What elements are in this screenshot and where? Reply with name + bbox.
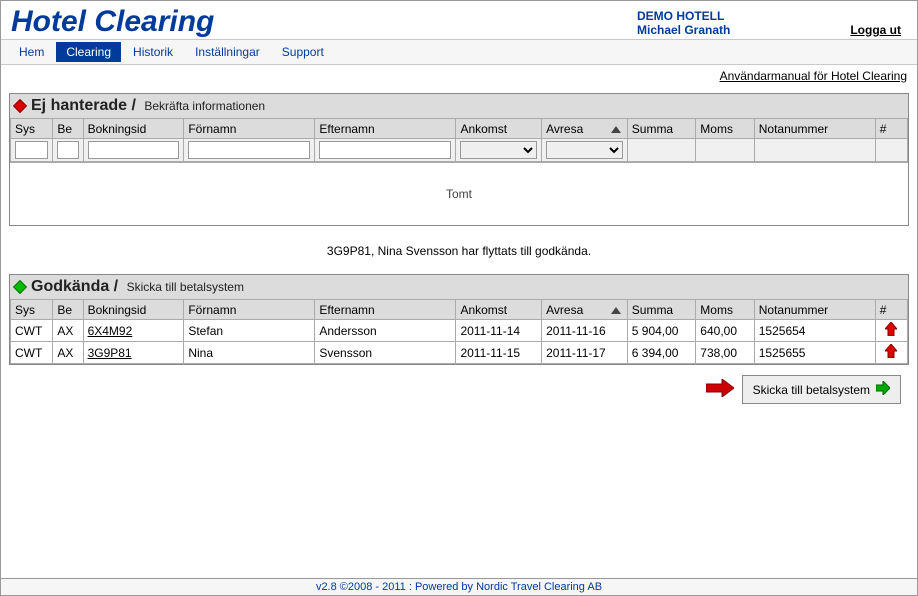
empty-message: Tomt [10, 162, 908, 225]
booking-id-link[interactable]: 3G9P81 [88, 346, 132, 360]
filter-ankomst[interactable] [460, 141, 537, 159]
col-header[interactable]: Moms [696, 300, 754, 320]
cell-be: AX [53, 342, 83, 364]
footer: v2.8 ©2008 - 2011 : Powered by Nordic Tr… [1, 578, 917, 595]
cell-sum: 6 394,00 [627, 342, 696, 364]
logout-link[interactable]: Logga ut [850, 23, 901, 37]
red-arrow-icon [706, 379, 734, 400]
cell-sys: CWT [11, 320, 53, 342]
booking-id-link[interactable]: 6X4M92 [88, 324, 133, 338]
section-title: Godkända [31, 278, 109, 296]
section-title: Ej hanterade [31, 97, 127, 115]
header: Hotel Clearing DEMO HOTELL Michael Grana… [1, 1, 917, 39]
filter-last[interactable] [319, 141, 451, 159]
cell-ank: 2011-11-15 [456, 342, 542, 364]
send-to-payment-button[interactable]: Skicka till betalsystem [742, 375, 901, 404]
cell-book[interactable]: 3G9P81 [83, 342, 184, 364]
cell-moms: 738,00 [696, 342, 754, 364]
cell-sys: CWT [11, 342, 53, 364]
cell-last: Andersson [315, 320, 456, 342]
col-header[interactable]: Ankomst [456, 300, 542, 320]
col-header[interactable]: Bokningsid [83, 300, 184, 320]
table-row: CWTAX 3G9P81 NinaSvensson2011-11-152011-11… [11, 342, 908, 364]
cell-nota: 1525654 [754, 320, 875, 342]
col-header[interactable]: Be [53, 300, 83, 320]
nav-item-inställningar[interactable]: Inställningar [185, 42, 270, 62]
col-header[interactable]: Bokningsid [83, 119, 184, 139]
green-arrow-icon [876, 381, 890, 398]
col-header[interactable]: Summa [627, 300, 696, 320]
section-title-bar: Godkända / Skicka till betalsystem [10, 275, 908, 299]
col-header[interactable]: Avresa [542, 119, 628, 139]
section-ej-hanterade: Ej hanterade / Bekräfta informationen Sy… [9, 93, 909, 226]
col-header[interactable]: Moms [696, 119, 754, 139]
nav-item-hem[interactable]: Hem [9, 42, 54, 62]
filter-avresa[interactable] [546, 141, 623, 159]
button-label: Skicka till betalsystem [753, 383, 870, 397]
col-header[interactable]: Notanummer [754, 300, 875, 320]
cell-avr: 2011-11-16 [542, 320, 628, 342]
nav-item-support[interactable]: Support [272, 42, 334, 62]
cell-nota: 1525655 [754, 342, 875, 364]
nav-item-historik[interactable]: Historik [123, 42, 183, 62]
cell-moms: 640,00 [696, 320, 754, 342]
status-message: 3G9P81, Nina Svensson har flyttats till … [1, 226, 917, 268]
nav-bar: HemClearingHistorikInställningarSupport [1, 39, 917, 65]
app-title: Hotel Clearing [11, 5, 637, 39]
col-header[interactable]: Efternamn [315, 300, 456, 320]
cell-first: Stefan [184, 320, 315, 342]
col-header[interactable]: Efternamn [315, 119, 456, 139]
col-header[interactable]: # [875, 119, 907, 139]
section-title-bar: Ej hanterade / Bekräfta informationen [10, 94, 908, 118]
cell-last: Svensson [315, 342, 456, 364]
nav-item-clearing[interactable]: Clearing [56, 42, 121, 62]
cell-ank: 2011-11-14 [456, 320, 542, 342]
col-header[interactable]: Sys [11, 300, 53, 320]
cell-avr: 2011-11-17 [542, 342, 628, 364]
up-arrow-icon[interactable] [885, 322, 897, 339]
filter-sys[interactable] [15, 141, 48, 159]
col-header[interactable]: Ankomst [456, 119, 542, 139]
up-arrow-icon[interactable] [885, 344, 897, 361]
col-header[interactable]: Be [53, 119, 83, 139]
cell-action[interactable] [875, 320, 907, 342]
cell-be: AX [53, 320, 83, 342]
col-header[interactable]: Summa [627, 119, 696, 139]
filter-first[interactable] [188, 141, 310, 159]
section-subtitle: Bekräfta informationen [144, 99, 265, 113]
manual-link[interactable]: Användarmanual för Hotel Clearing [1, 65, 917, 87]
col-header[interactable]: Notanummer [754, 119, 875, 139]
filter-book[interactable] [88, 141, 180, 159]
action-row: Skicka till betalsystem [1, 365, 917, 414]
diamond-red-icon [13, 99, 27, 113]
user-name[interactable]: Michael Granath [637, 23, 730, 37]
col-header[interactable]: # [875, 300, 907, 320]
col-header[interactable]: Förnamn [184, 119, 315, 139]
cell-sum: 5 904,00 [627, 320, 696, 342]
section-godkanda: Godkända / Skicka till betalsystem SysBe… [9, 274, 909, 365]
col-header[interactable]: Avresa [542, 300, 628, 320]
diamond-green-icon [13, 280, 27, 294]
col-header[interactable]: Förnamn [184, 300, 315, 320]
cell-action[interactable] [875, 342, 907, 364]
cell-book[interactable]: 6X4M92 [83, 320, 184, 342]
table-row: CWTAX 6X4M92 StefanAndersson2011-11-142011… [11, 320, 908, 342]
filter-be[interactable] [57, 141, 78, 159]
section-subtitle: Skicka till betalsystem [127, 280, 244, 294]
hotel-name[interactable]: DEMO HOTELL [637, 9, 905, 23]
col-header[interactable]: Sys [11, 119, 53, 139]
cell-first: Nina [184, 342, 315, 364]
filter-row [11, 139, 908, 162]
